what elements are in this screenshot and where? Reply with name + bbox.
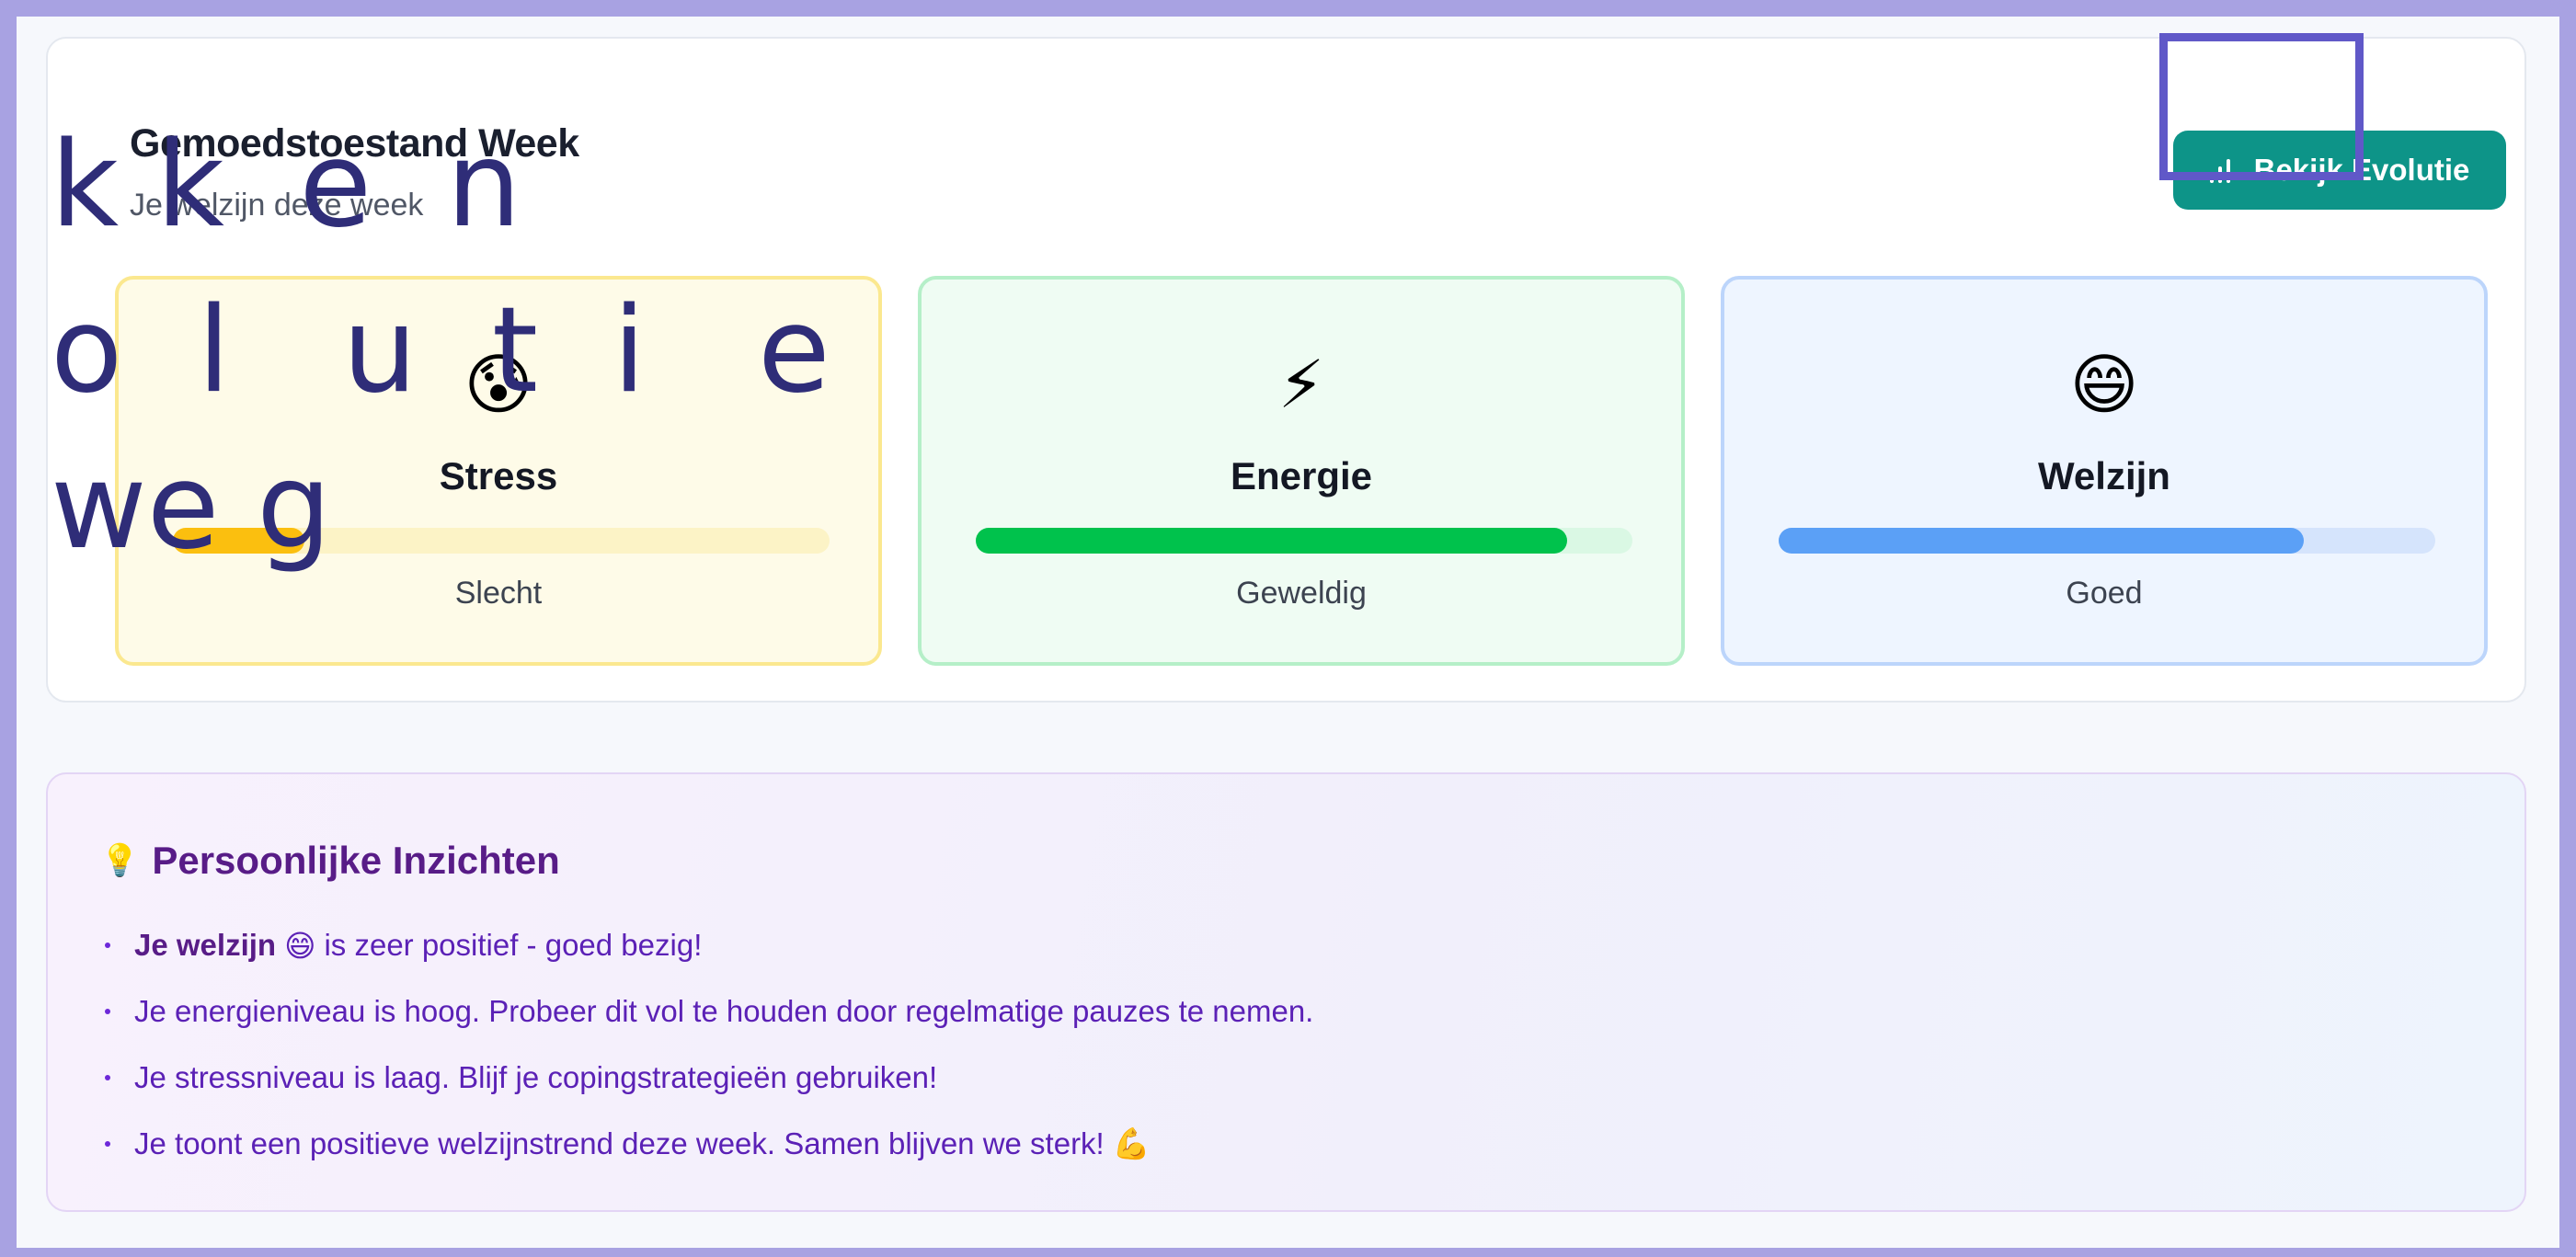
grinning-face-icon: 😄 bbox=[284, 928, 316, 963]
list-item: Je stressniveau is laag. Blijf je coping… bbox=[105, 1045, 1313, 1111]
overlay-text-line-3: we g bbox=[51, 439, 332, 576]
grinning-face-icon: 😄 bbox=[2069, 349, 2139, 422]
metric-level: Slecht bbox=[454, 576, 543, 611]
insights-heading: 💡 Persoonlijke Inzichten bbox=[100, 839, 560, 883]
bullet-icon bbox=[105, 943, 110, 948]
metric-level: Geweldig bbox=[1236, 576, 1367, 611]
progress-fill bbox=[976, 528, 1567, 554]
progress-track bbox=[976, 528, 1632, 554]
metric-card-welzijn: 😄 Welzijn Goed bbox=[1721, 276, 2488, 666]
metric-label: Welzijn bbox=[2038, 454, 2170, 497]
insight-bold: Je welzijn bbox=[134, 928, 277, 962]
lightbulb-icon: 💡 bbox=[100, 843, 140, 878]
progress-fill bbox=[1779, 528, 2305, 554]
metric-card-energy: ⚡ Energie Geweldig bbox=[918, 276, 1685, 666]
insight-text: Je toont een positieve welzijnstrend dez… bbox=[134, 1126, 1151, 1160]
bullet-icon bbox=[105, 1141, 110, 1147]
overlay-text-line-1: k k e n bbox=[51, 117, 521, 254]
insight-text: Je energieniveau is hoog. Probeer dit vo… bbox=[134, 994, 1314, 1028]
bar-chart-icon bbox=[2209, 157, 2236, 183]
insights-list: Je welzijn 😄 is zeer positief - goed bez… bbox=[105, 912, 1313, 1177]
insights-title: Persoonlijke Inzichten bbox=[152, 839, 560, 882]
insight-text: is zeer positief - goed bezig! bbox=[324, 928, 703, 962]
progress-track bbox=[1779, 528, 2435, 554]
bullet-icon bbox=[105, 1009, 110, 1014]
metric-label: Energie bbox=[1230, 454, 1373, 497]
bullet-icon bbox=[105, 1075, 110, 1080]
list-item: Je welzijn 😄 is zeer positief - goed bez… bbox=[105, 912, 1313, 978]
list-item: Je energieniveau is hoog. Probeer dit vo… bbox=[105, 978, 1313, 1045]
lightning-icon: ⚡ bbox=[1277, 349, 1325, 422]
insights-panel: 💡 Persoonlijke Inzichten Je welzijn 😄 is… bbox=[46, 772, 2526, 1212]
app-viewport: Gemoedstoestand Week Je welzijn deze wee… bbox=[17, 17, 2559, 1248]
view-evolution-button[interactable]: Bekijk Evolutie bbox=[2173, 131, 2506, 210]
metric-level: Goed bbox=[2066, 576, 2143, 611]
view-evolution-label: Bekijk Evolutie bbox=[2253, 153, 2470, 187]
overlay-text-line-2: o l u t i e bbox=[51, 282, 830, 419]
list-item: Je toont een positieve welzijnstrend dez… bbox=[105, 1111, 1313, 1177]
insight-text: Je stressniveau is laag. Blijf je coping… bbox=[134, 1060, 938, 1094]
